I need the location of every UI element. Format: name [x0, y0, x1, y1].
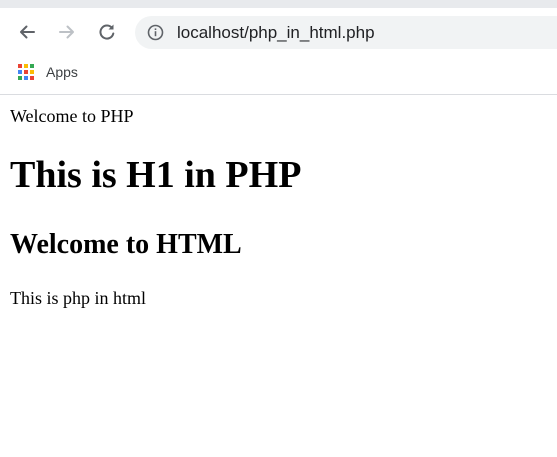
- welcome-php-text: Welcome to PHP: [10, 106, 134, 126]
- info-icon[interactable]: [147, 24, 164, 41]
- back-button[interactable]: [13, 18, 41, 46]
- bookmark-apps[interactable]: Apps: [12, 58, 84, 86]
- arrow-right-icon: [59, 25, 74, 39]
- reload-button[interactable]: [93, 18, 121, 46]
- forward-button[interactable]: [53, 18, 81, 46]
- reload-icon: [99, 24, 115, 40]
- tab-strip: [0, 0, 557, 8]
- apps-grid-icon: [18, 64, 34, 80]
- bookmark-apps-label: Apps: [46, 64, 78, 80]
- browser-toolbar: localhost/php_in_html.php: [0, 8, 557, 56]
- bookmarks-bar: Apps: [0, 56, 557, 88]
- page-paragraph: This is php in html: [10, 288, 147, 308]
- arrow-left-icon: [20, 25, 35, 39]
- address-bar[interactable]: localhost/php_in_html.php: [135, 16, 557, 49]
- url-text[interactable]: localhost/php_in_html.php: [177, 23, 375, 42]
- page-heading-h1: This is H1 in PHP: [10, 154, 302, 196]
- page-heading-h2: Welcome to HTML: [10, 229, 242, 260]
- browser-chrome: localhost/php_in_html.php Apps: [0, 0, 557, 95]
